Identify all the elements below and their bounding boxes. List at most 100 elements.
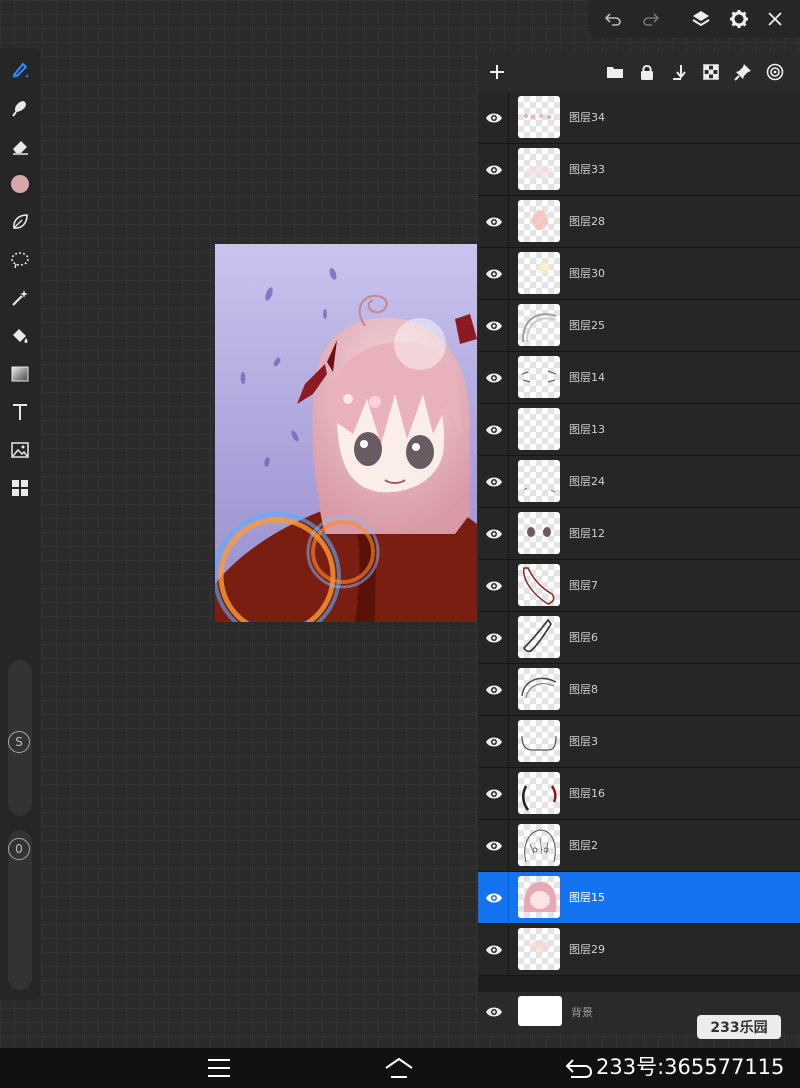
visibility-toggle[interactable] (482, 158, 506, 182)
visibility-toggle[interactable] (482, 470, 506, 494)
visibility-toggle[interactable] (482, 314, 506, 338)
visibility-toggle[interactable] (482, 626, 506, 650)
undo-icon (604, 13, 621, 26)
visibility-toggle[interactable] (482, 730, 506, 754)
layer-name: 图层13 (569, 423, 605, 436)
divider (508, 872, 509, 924)
checker-button[interactable] (700, 61, 722, 83)
brush-size-knob[interactable]: S (8, 731, 30, 753)
text-tool[interactable] (6, 398, 34, 426)
layer-row[interactable]: 图层3 (478, 716, 800, 768)
eye-icon (486, 373, 502, 383)
divider (508, 508, 509, 560)
layer-name: 图层14 (569, 371, 605, 384)
image-tool[interactable] (6, 436, 34, 464)
dotted-lasso-icon (11, 252, 29, 269)
divider (508, 768, 509, 820)
layer-row[interactable]: 图层8 (478, 664, 800, 716)
close-button[interactable] (762, 6, 788, 32)
layer-row[interactable]: 图层13 (478, 404, 800, 456)
brush-opacity-knob[interactable]: 0 (8, 838, 30, 860)
back-button[interactable] (562, 1056, 594, 1080)
layer-row[interactable]: 图层34 (478, 92, 800, 144)
layer-thumbnail (518, 460, 560, 502)
add-layer-button[interactable] (486, 61, 508, 83)
layer-panel: 图层34 图层33 图层28 图层30 图层25 图层14 图层13 图层24 … (478, 52, 800, 1032)
eye-icon (486, 269, 502, 279)
magic-wand-tool[interactable] (6, 284, 34, 312)
layer-row[interactable]: 图层12 (478, 508, 800, 560)
layer-row[interactable]: 图层28 (478, 196, 800, 248)
layer-name: 图层6 (569, 631, 598, 644)
layer-thumbnail (518, 928, 560, 970)
drawing-canvas[interactable] (215, 244, 477, 622)
eraser-tool[interactable] (6, 132, 34, 160)
visibility-toggle[interactable] (482, 210, 506, 234)
color-picker[interactable] (6, 170, 34, 198)
visibility-toggle[interactable] (482, 886, 506, 910)
close-icon (768, 12, 782, 26)
layer-name: 图层28 (569, 215, 605, 228)
layers-button[interactable] (688, 6, 714, 32)
layer-thumbnail (518, 200, 560, 242)
smudge-icon (12, 101, 26, 117)
brush-size-slider[interactable]: S (8, 660, 32, 816)
menu-button[interactable] (204, 1056, 234, 1080)
divider (508, 716, 509, 768)
lasso-tool[interactable] (6, 208, 34, 236)
target-button[interactable] (764, 61, 786, 83)
smudge-tool[interactable] (6, 94, 34, 122)
divider (508, 820, 509, 872)
layer-row[interactable]: 图层7 (478, 560, 800, 612)
visibility-toggle[interactable] (482, 834, 506, 858)
settings-button[interactable] (726, 6, 752, 32)
visibility-toggle[interactable] (482, 418, 506, 442)
layer-name: 图层8 (569, 683, 598, 696)
visibility-toggle[interactable] (482, 366, 506, 390)
layer-name: 图层7 (569, 579, 598, 592)
layer-name: 图层15 (569, 891, 605, 904)
pin-button[interactable] (732, 61, 754, 83)
layer-row[interactable]: 图层6 (478, 612, 800, 664)
gradient-tool[interactable] (6, 360, 34, 388)
fill-tool[interactable] (6, 322, 34, 350)
visibility-toggle[interactable] (482, 574, 506, 598)
merge-down-icon (673, 65, 686, 80)
visibility-toggle[interactable] (482, 678, 506, 702)
eye-icon (486, 113, 502, 123)
visibility-toggle[interactable] (482, 262, 506, 286)
brush-opacity-slider[interactable]: 0 (8, 830, 32, 990)
visibility-toggle[interactable] (482, 522, 506, 546)
visibility-toggle[interactable] (482, 106, 506, 130)
layer-row[interactable]: 图层16 (478, 768, 800, 820)
undo-button[interactable] (600, 6, 626, 32)
home-button[interactable] (384, 1056, 414, 1080)
brush-tool[interactable] (6, 56, 34, 84)
divider (508, 612, 509, 664)
layers-icon (692, 11, 710, 27)
layer-row[interactable]: 图层30 (478, 248, 800, 300)
layer-row[interactable]: 图层33 (478, 144, 800, 196)
grid-tool[interactable] (6, 474, 34, 502)
eye-icon (486, 425, 502, 435)
redo-button[interactable] (638, 6, 664, 32)
divider (508, 300, 509, 352)
visibility-toggle[interactable] (482, 938, 506, 962)
merge-down-button[interactable] (668, 61, 690, 83)
layer-thumbnail (518, 304, 560, 346)
layer-thumbnail (518, 148, 560, 190)
layer-row[interactable]: 图层24 (478, 456, 800, 508)
lock-button[interactable] (636, 61, 658, 83)
layer-thumbnail (518, 772, 560, 814)
folder-button[interactable] (604, 61, 626, 83)
color-swatch (11, 175, 29, 193)
layer-row[interactable]: 图层2 (478, 820, 800, 872)
selection-tool[interactable] (6, 246, 34, 274)
layer-row[interactable]: 图层14 (478, 352, 800, 404)
layer-row[interactable]: 图层29 (478, 924, 800, 976)
eye-icon (486, 581, 502, 591)
layer-row[interactable]: 图层25 (478, 300, 800, 352)
visibility-toggle[interactable] (482, 782, 506, 806)
layer-row-selected[interactable]: 图层15 (478, 872, 800, 924)
visibility-toggle[interactable] (482, 1000, 506, 1024)
